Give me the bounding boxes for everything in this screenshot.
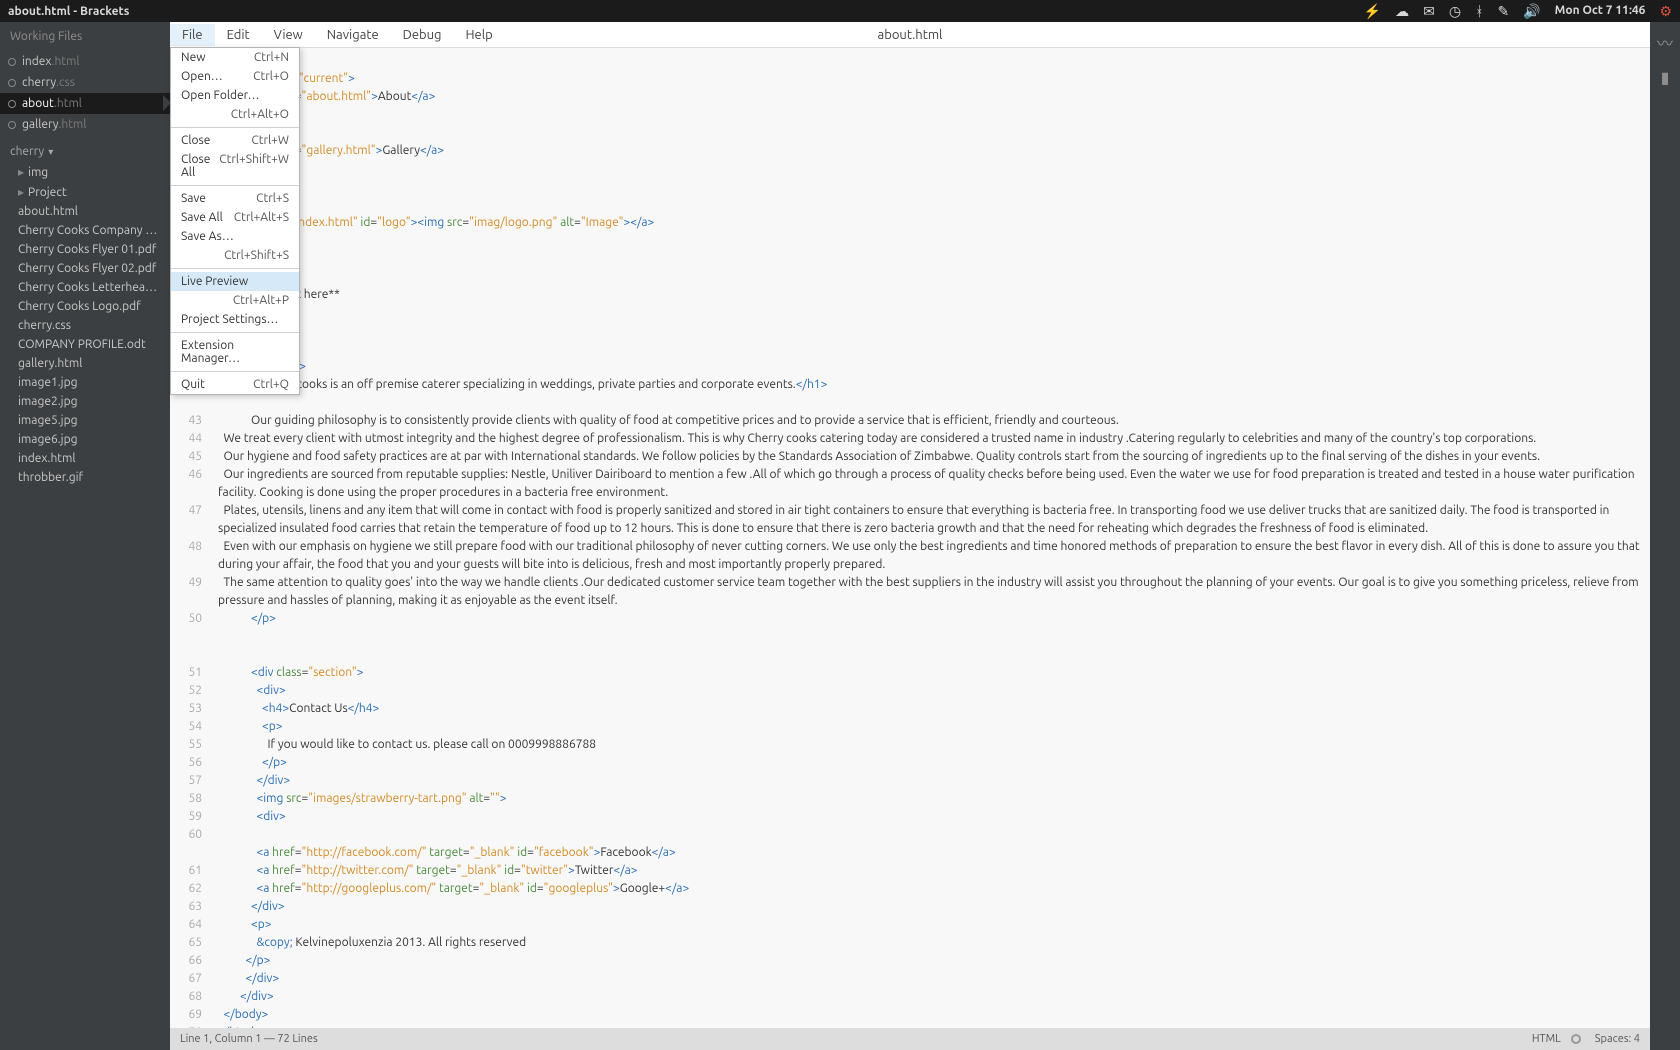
indent-mode[interactable]: Spaces: 4 xyxy=(1595,1033,1640,1045)
volume-icon[interactable]: 🔊 xyxy=(1523,4,1540,18)
file-item[interactable]: about.html xyxy=(0,202,170,221)
menu-item[interactable]: NewCtrl+N xyxy=(171,48,299,67)
system-tray: ⚡ ☁ ✉ ◷ ᚼ ✎ 🔊 Mon Oct 7 11:46 ⚙ xyxy=(1364,4,1672,18)
menu-item[interactable]: Close AllCtrl+Shift+W xyxy=(171,150,299,182)
file-item[interactable]: gallery.html xyxy=(0,354,170,373)
menu-item[interactable]: Save As… xyxy=(171,227,299,246)
menu-edit[interactable]: Edit xyxy=(215,24,262,46)
working-files-title: Working Files xyxy=(0,22,170,51)
file-item[interactable]: index.html xyxy=(0,449,170,468)
briefcase-icon[interactable]: ▮ xyxy=(1661,68,1670,87)
file-item[interactable]: image6.jpg xyxy=(0,430,170,449)
menu-navigate[interactable]: Navigate xyxy=(315,24,391,46)
chevron-down-icon: ▾ xyxy=(48,146,53,157)
working-file[interactable]: cherry.css xyxy=(0,72,170,93)
code-editor[interactable]: 2930313233343536373839404142434445464748… xyxy=(170,48,1650,1028)
file-item[interactable]: Cherry Cooks Logo.pdf xyxy=(0,297,170,316)
folder-item[interactable]: ▸img xyxy=(0,162,170,182)
working-file[interactable]: gallery.html xyxy=(0,114,170,135)
file-menu-dropdown: NewCtrl+NOpen…Ctrl+OOpen Folder…Ctrl+Alt… xyxy=(170,47,300,395)
menu-item[interactable]: CloseCtrl+W xyxy=(171,131,299,150)
menu-item[interactable]: Ctrl+Alt+O xyxy=(171,105,299,124)
clock-icon[interactable]: ◷ xyxy=(1449,4,1461,18)
menu-item[interactable]: Ctrl+Shift+S xyxy=(171,246,299,265)
file-item[interactable]: image1.jpg xyxy=(0,373,170,392)
cloud-icon[interactable]: ☁ xyxy=(1395,4,1409,18)
file-item[interactable]: cherry.css xyxy=(0,316,170,335)
file-item[interactable]: Cherry Cooks Letterhead FINAL.pdf xyxy=(0,278,170,297)
menu-view[interactable]: View xyxy=(262,24,315,46)
editor-pane: FileEditViewNavigateDebugHelp about.html… xyxy=(170,22,1650,1050)
folder-item[interactable]: ▸Project xyxy=(0,182,170,202)
menubar: FileEditViewNavigateDebugHelp about.html xyxy=(170,22,1650,48)
sidebar: Working Files index.htmlcherry.cssabout.… xyxy=(0,22,170,1050)
file-item[interactable]: image5.jpg xyxy=(0,411,170,430)
file-item[interactable]: COMPANY PROFILE.odt xyxy=(0,335,170,354)
file-item[interactable]: Cherry Cooks Company Profile.docx xyxy=(0,221,170,240)
file-item[interactable]: Cherry Cooks Flyer 02.pdf xyxy=(0,259,170,278)
window-title: about.html - Brackets xyxy=(8,5,129,18)
right-rail: 〰 ▮ xyxy=(1650,22,1680,1050)
menu-item[interactable]: Open Folder… xyxy=(171,86,299,105)
code-content[interactable]: </li> <li class="current"> <a href="abou… xyxy=(210,48,1650,1028)
titlebar: about.html - Brackets ⚡ ☁ ✉ ◷ ᚼ ✎ 🔊 Mon … xyxy=(0,0,1680,22)
file-item[interactable]: image2.jpg xyxy=(0,392,170,411)
mail-icon[interactable]: ✉ xyxy=(1423,4,1435,18)
menu-item[interactable]: Extension Manager… xyxy=(171,336,299,368)
bolt-icon[interactable]: ⚡ xyxy=(1364,4,1381,18)
clock-text[interactable]: Mon Oct 7 11:46 xyxy=(1555,5,1646,17)
menu-item[interactable]: Project Settings… xyxy=(171,310,299,329)
menu-item[interactable]: Open…Ctrl+O xyxy=(171,67,299,86)
menu-item[interactable]: Live Preview xyxy=(171,272,299,291)
menu-help[interactable]: Help xyxy=(454,24,505,46)
gear-icon[interactable]: ⚙ xyxy=(1659,4,1672,18)
statusbar: Line 1, Column 1 — 72 Lines HTML Spaces:… xyxy=(170,1028,1650,1050)
menu-item[interactable]: SaveCtrl+S xyxy=(171,189,299,208)
working-file[interactable]: about.html xyxy=(0,93,170,114)
document-title: about.html xyxy=(878,28,943,42)
menu-item[interactable]: Save AllCtrl+Alt+S xyxy=(171,208,299,227)
cursor-position: Line 1, Column 1 — 72 Lines xyxy=(180,1033,318,1045)
status-indicator-icon xyxy=(1571,1034,1581,1044)
menu-file[interactable]: File xyxy=(170,24,215,46)
menu-item[interactable]: Ctrl+Alt+P xyxy=(171,291,299,310)
edit-icon[interactable]: ✎ xyxy=(1498,4,1510,18)
bluetooth-icon[interactable]: ᚼ xyxy=(1475,4,1483,18)
messenger-icon[interactable]: 〰 xyxy=(1657,30,1673,54)
menu-debug[interactable]: Debug xyxy=(391,24,454,46)
menu-item[interactable]: QuitCtrl+Q xyxy=(171,375,299,394)
file-item[interactable]: throbber.gif xyxy=(0,468,170,487)
file-item[interactable]: Cherry Cooks Flyer 01.pdf xyxy=(0,240,170,259)
language-mode[interactable]: HTML xyxy=(1532,1033,1561,1045)
working-file[interactable]: index.html xyxy=(0,51,170,72)
project-name[interactable]: cherry▾ xyxy=(0,135,170,162)
